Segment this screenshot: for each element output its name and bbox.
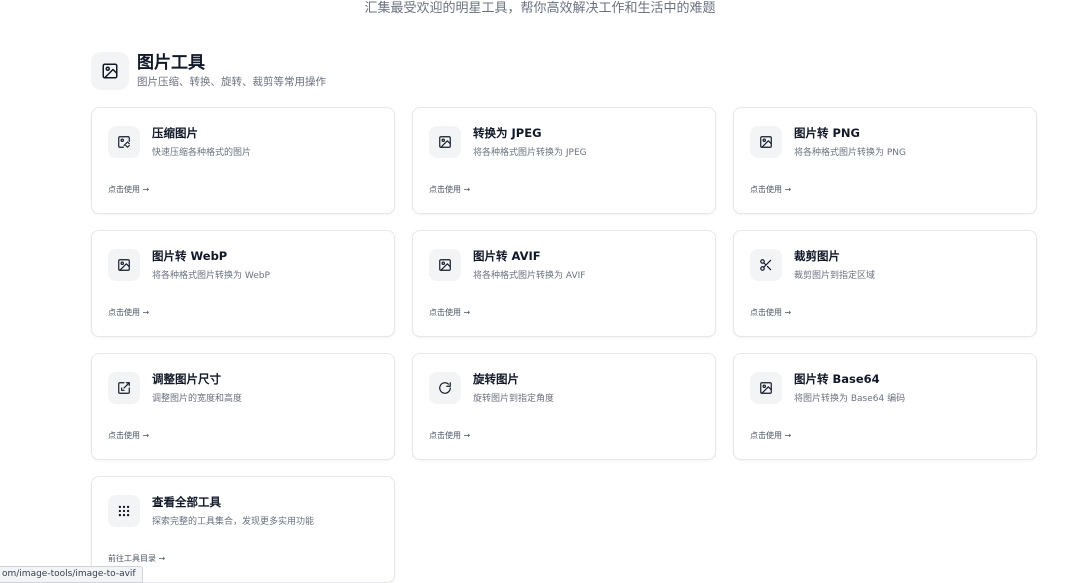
card-title: 查看全部工具 [152,495,221,509]
image-icon [750,372,782,404]
card-description: 旋转图片到指定角度 [473,394,555,404]
card-link[interactable]: 点击使用 → [429,184,470,196]
image-compress-icon [108,126,140,158]
section-description: 图片压缩、转换、旋转、裁剪等常用操作 [137,76,326,88]
tool-grid: 压缩图片 快速压缩各种格式的图片 点击使用 → 转换为 JPEG 将各种格式图片… [91,107,1037,583]
card-description: 将图片转换为 Base64 编码 [794,394,906,404]
tool-card-convert-avif[interactable]: 图片转 AVIF 将各种格式图片转换为 AVIF 点击使用 → [412,230,716,337]
tool-card-convert-jpeg[interactable]: 转换为 JPEG 将各种格式图片转换为 JPEG 点击使用 → [412,107,716,214]
grid-dots-icon [108,495,140,527]
card-description: 快速压缩各种格式的图片 [152,148,252,158]
tool-card-compress[interactable]: 压缩图片 快速压缩各种格式的图片 点击使用 → [91,107,395,214]
tool-card-base64[interactable]: 图片转 Base64 将图片转换为 Base64 编码 点击使用 → [733,353,1037,460]
page-subtitle: 汇集最受欢迎的明星工具，帮你高效解决工作和生活中的难题 [364,1,716,16]
image-icon [108,249,140,281]
section-header: 图片工具 图片压缩、转换、旋转、裁剪等常用操作 [91,52,326,90]
tool-card-convert-png[interactable]: 图片转 PNG 将各种格式图片转换为 PNG 点击使用 → [733,107,1037,214]
card-title: 图片转 PNG [794,126,860,140]
card-description: 探索完整的工具集合，发现更多实用功能 [152,517,315,527]
image-icon [429,126,461,158]
card-link[interactable]: 点击使用 → [108,184,149,196]
page: 汇集最受欢迎的明星工具，帮你高效解决工作和生活中的难题 图片工具 图片压缩、转换… [0,0,1080,583]
section-title: 图片工具 [137,53,205,73]
tool-card-crop[interactable]: 裁剪图片 裁剪图片到指定区域 点击使用 → [733,230,1037,337]
rotate-icon [429,372,461,404]
card-title: 图片转 Base64 [794,372,880,386]
card-description: 将各种格式图片转换为 JPEG [473,148,587,158]
tool-card-resize[interactable]: 调整图片尺寸 调整图片的宽度和高度 点击使用 → [91,353,395,460]
card-link[interactable]: 点击使用 → [750,184,791,196]
image-icon [91,52,129,90]
card-title: 压缩图片 [152,126,198,140]
card-link[interactable]: 点击使用 → [108,307,149,319]
scissors-icon [750,249,782,281]
card-description: 将各种格式图片转换为 AVIF [473,271,586,281]
card-title: 调整图片尺寸 [152,372,221,386]
resize-icon [108,372,140,404]
tool-card-rotate[interactable]: 旋转图片 旋转图片到指定角度 点击使用 → [412,353,716,460]
card-link[interactable]: 点击使用 → [750,307,791,319]
status-bar-url: om/image-tools/image-to-avif [0,566,143,583]
card-link[interactable]: 点击使用 → [108,430,149,442]
image-icon [429,249,461,281]
card-title: 裁剪图片 [794,249,840,263]
card-description: 将各种格式图片转换为 PNG [794,148,906,158]
card-title: 旋转图片 [473,372,519,386]
card-description: 将各种格式图片转换为 WebP [152,271,270,281]
card-title: 转换为 JPEG [473,126,542,140]
card-link[interactable]: 点击使用 → [429,430,470,442]
tool-card-convert-webp[interactable]: 图片转 WebP 将各种格式图片转换为 WebP 点击使用 → [91,230,395,337]
card-link[interactable]: 点击使用 → [429,307,470,319]
card-link[interactable]: 前往工具目录 → [108,553,165,565]
image-icon [750,126,782,158]
card-description: 裁剪图片到指定区域 [794,271,876,281]
card-link[interactable]: 点击使用 → [750,430,791,442]
card-title: 图片转 AVIF [473,249,541,263]
card-description: 调整图片的宽度和高度 [152,394,243,404]
card-title: 图片转 WebP [152,249,228,263]
